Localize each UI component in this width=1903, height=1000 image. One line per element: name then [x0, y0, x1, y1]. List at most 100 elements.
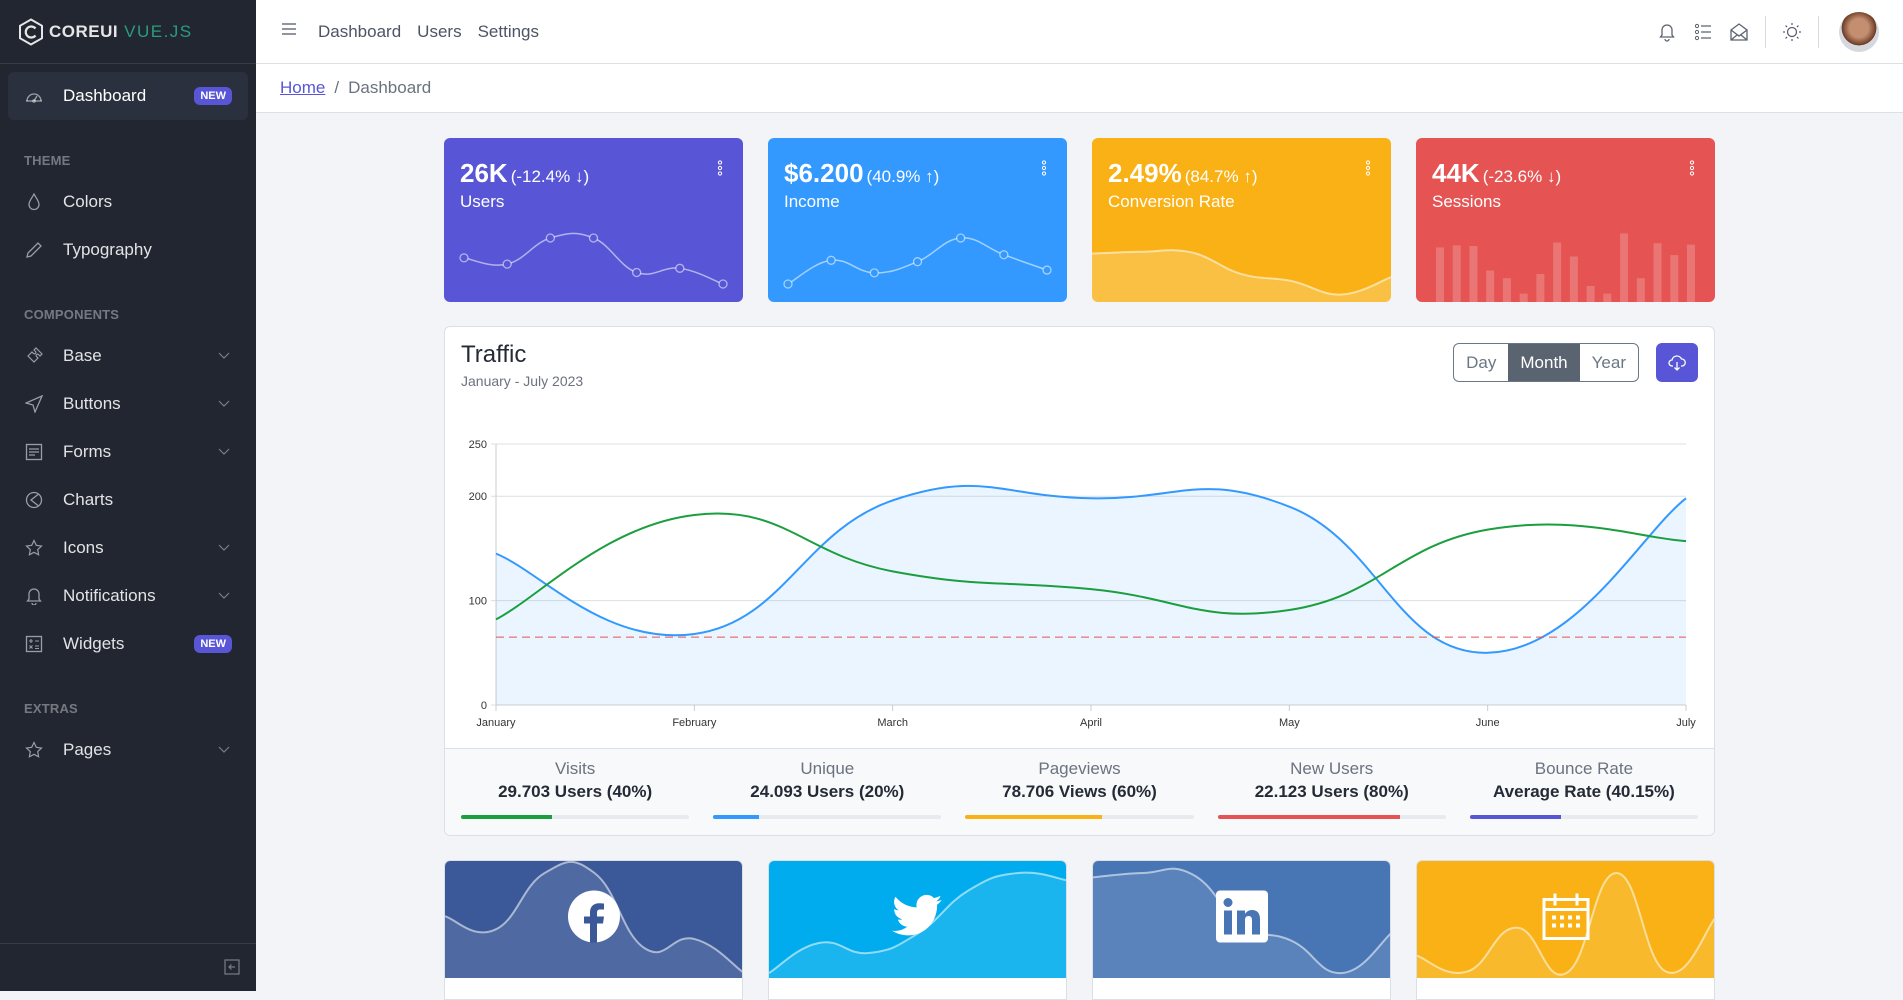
social-card-header	[1093, 861, 1390, 978]
sparkline-bar	[1636, 278, 1645, 302]
stat-bounce-rate: Bounce Rate Average Rate (40.15%)	[1469, 749, 1699, 835]
sidebar-item-notifications[interactable]: Notifications	[8, 572, 248, 620]
header-nav-users[interactable]: Users	[417, 22, 461, 42]
sidebar-item-label: Dashboard	[63, 86, 147, 105]
sparkline-bar	[1620, 233, 1629, 302]
sidebar-footer	[0, 943, 256, 991]
sidebar-item-typography[interactable]: Typography	[8, 226, 248, 274]
sidebar-item-colors[interactable]: Colors	[8, 178, 248, 226]
widget-value: 2.49% (84.7% ↑)	[1108, 158, 1257, 189]
header-nav-dashboard[interactable]: Dashboard	[318, 22, 401, 42]
sidebar-item-pages[interactable]: Pages	[8, 726, 248, 774]
bell-icon[interactable]	[1649, 22, 1685, 42]
widget-sparkline	[783, 233, 1052, 289]
widget-value: 44K (-23.6% ↓)	[1432, 158, 1561, 189]
sidebar-item-buttons[interactable]: Buttons	[8, 380, 248, 428]
stat-new-users: New Users 22.123 Users (80%)	[1217, 749, 1446, 835]
stat-value: 29.703 Users (40%)	[498, 782, 653, 801]
more-options-icon[interactable]	[1041, 160, 1047, 181]
chevron-down-icon	[218, 397, 230, 411]
envelope-icon[interactable]	[1721, 23, 1757, 41]
widget-sparkline	[459, 232, 728, 289]
bell-icon	[24, 586, 44, 606]
sidebar-item-dashboard[interactable]: Dashboard NEW	[8, 72, 248, 120]
sidebar-toggle-icon[interactable]	[224, 959, 240, 980]
x-tick-label: May	[1279, 717, 1300, 729]
sidebar-item-forms[interactable]: Forms	[8, 428, 248, 476]
sparkline-point	[459, 253, 469, 263]
x-tick-label: June	[1476, 717, 1500, 729]
social-card-events	[1416, 860, 1715, 1000]
chevron-down-icon	[218, 349, 230, 363]
widget-label: Users	[460, 192, 505, 211]
stat-progress	[461, 815, 690, 819]
more-options-icon[interactable]	[717, 160, 723, 181]
sparkline-point	[545, 233, 555, 243]
more-options-icon[interactable]	[1689, 160, 1695, 181]
stat-visits: Visits 29.703 Users (40%)	[461, 749, 690, 835]
breadcrumb: Home / Dashboard	[256, 64, 1903, 113]
sparkline-bar	[1553, 242, 1562, 302]
sidebar-item-icons[interactable]: Icons	[8, 524, 248, 572]
widget-value-number: 44K	[1432, 158, 1480, 188]
sparkline-point	[869, 268, 879, 278]
sparkline-bar	[1502, 278, 1511, 302]
widget-income: $6.200 (40.9% ↑) Income	[768, 138, 1067, 302]
more-options-icon[interactable]	[1365, 160, 1371, 181]
sparkline-point	[502, 259, 512, 269]
x-tick-label: January	[476, 717, 516, 729]
stat-label: Pageviews	[1038, 759, 1121, 778]
breadcrumb-current: Dashboard	[348, 78, 432, 97]
stat-progress-fill	[965, 815, 1103, 819]
widget-change: (-12.4% ↓)	[510, 167, 590, 186]
traffic-chart: 0 100 200 250 January February March April May Ju…	[469, 439, 1697, 729]
sparkline-point	[826, 255, 836, 265]
breadcrumb-home[interactable]: Home	[280, 78, 325, 98]
sun-icon[interactable]	[1774, 22, 1810, 42]
sparkline-bar	[1586, 285, 1595, 302]
brand-logo[interactable]: COREUI VUE.JS	[0, 0, 256, 64]
header-nav-settings[interactable]: Settings	[478, 22, 539, 42]
sidebar-item-label: Notifications	[63, 586, 156, 605]
widget-sparkline	[1436, 233, 1695, 302]
stat-unique: Unique 24.093 Users (20%)	[713, 749, 942, 835]
widget-value: $6.200 (40.9% ↑)	[784, 158, 939, 189]
stat-value: 22.123 Users (80%)	[1254, 782, 1409, 801]
header: Dashboard Users Settings	[256, 0, 1903, 64]
breadcrumb-separator: /	[334, 78, 340, 97]
nav-section-title: COMPONENTS	[24, 307, 120, 322]
traffic-card: Traffic January - July 2023 Day Month Ye…	[444, 326, 1715, 836]
widget-users: 26K (-12.4% ↓) Users	[444, 138, 743, 302]
sidebar-item-charts[interactable]: Charts	[8, 476, 248, 524]
widget-sparkline	[1092, 249, 1391, 302]
user-avatar[interactable]	[1839, 12, 1879, 52]
widget-change: (40.9% ↑)	[866, 167, 940, 186]
sparkline-point	[632, 267, 642, 278]
star-icon	[24, 740, 44, 760]
widget-label: Conversion Rate	[1108, 192, 1235, 211]
notes-icon	[24, 442, 44, 462]
y-tick-label: 0	[481, 700, 487, 712]
sparkline-bar	[1469, 246, 1478, 302]
sparkline-point	[956, 233, 966, 243]
header-divider	[1765, 16, 1766, 48]
stat-value: Average Rate (40.15%)	[1493, 782, 1675, 801]
x-tick-label: February	[672, 717, 717, 729]
widget-label: Sessions	[1432, 192, 1501, 211]
y-tick-label: 100	[469, 596, 487, 608]
stat-progress-fill	[1217, 815, 1401, 819]
header-nav: Dashboard Users Settings	[318, 22, 539, 42]
sidebar-item-base[interactable]: Base	[8, 332, 248, 380]
hamburger-menu-icon[interactable]	[280, 22, 298, 41]
social-card-header	[1417, 861, 1714, 978]
list-icon[interactable]	[1685, 23, 1721, 41]
sparkline-bar	[1436, 247, 1444, 302]
sparkline-bar	[1569, 256, 1578, 302]
stat-label: Visits	[554, 759, 596, 778]
stat-label: Unique	[800, 759, 855, 778]
sidebar-item-widgets[interactable]: Widgets NEW	[8, 620, 248, 668]
sparkline-point	[999, 250, 1009, 260]
facebook-icon	[567, 890, 620, 948]
sparkline-bar	[1486, 270, 1495, 302]
stat-pageviews: Pageviews 78.706 Views (60%)	[965, 749, 1194, 835]
